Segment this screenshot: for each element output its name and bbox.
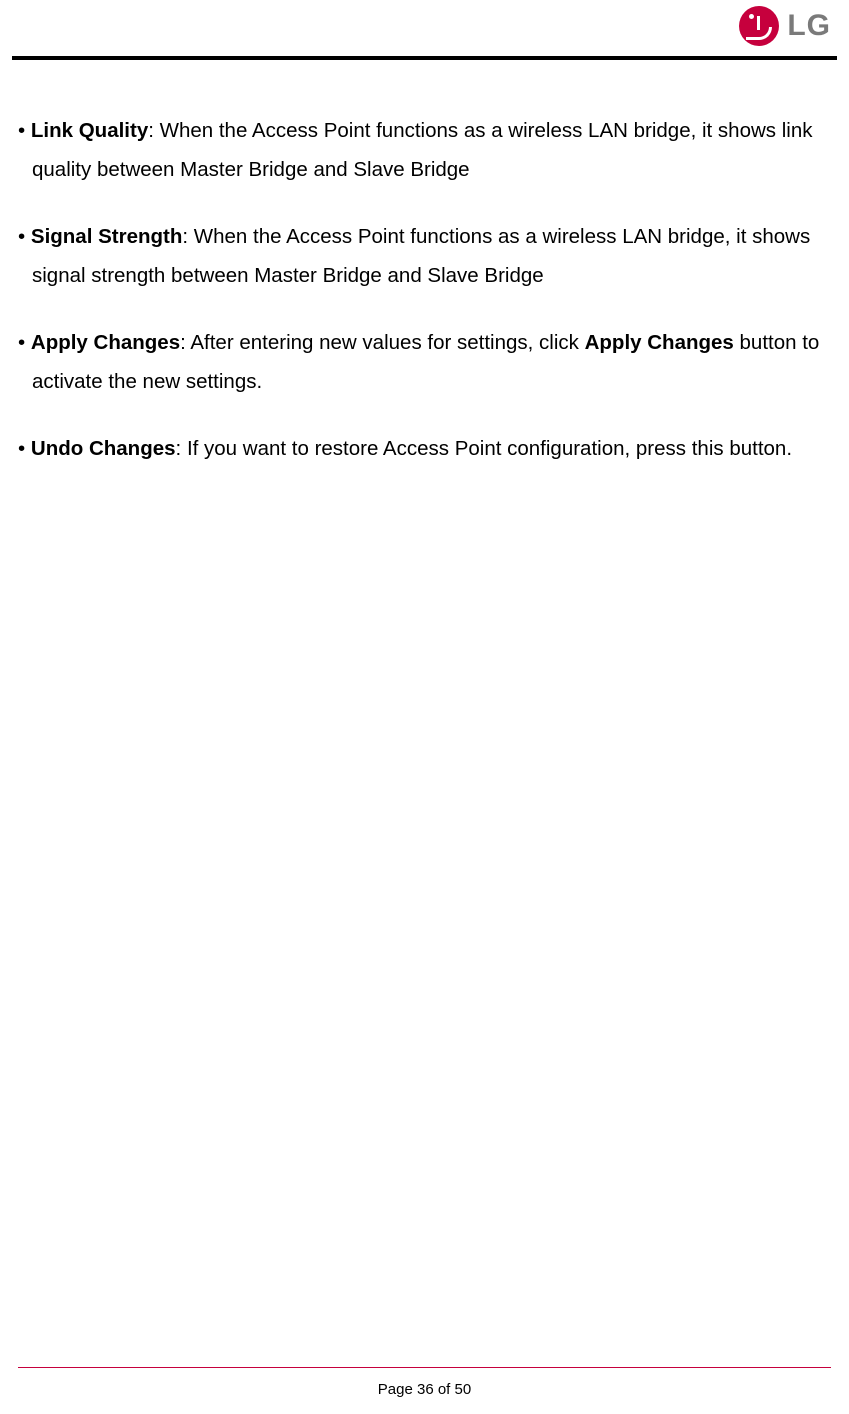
header-divider [12,56,837,60]
bullet-item-signal-strength: • Signal Strength: When the Access Point… [18,218,831,296]
text-apply-changes-2: button to [734,331,819,354]
bullet-item-apply-changes: • Apply Changes: After entering new valu… [18,324,831,402]
bullet-icon: • [18,331,25,354]
bullet-item-undo-changes: • Undo Changes: If you want to restore A… [18,430,831,469]
document-page: LG • Link Quality: When the Access Point… [0,0,849,1414]
term-undo-changes: Undo Changes [31,437,176,460]
text-apply-changes-1: : After entering new values for settings… [180,331,585,354]
bullet-icon: • [18,119,25,142]
bullet-icon: • [18,437,25,460]
term-link-quality: Link Quality [31,119,148,142]
inline-bold-apply-changes: Apply Changes [585,331,734,354]
term-apply-changes: Apply Changes [31,331,180,354]
text-undo-changes-1: : If you want to restore Access Point co… [176,437,792,460]
page-header: LG [0,0,849,58]
text-link-quality-2: quality between Master Bridge and Slave … [18,151,831,190]
text-signal-strength-2: signal strength between Master Bridge an… [18,257,831,296]
bullet-item-link-quality: • Link Quality: When the Access Point fu… [18,112,831,190]
lg-logo-icon [739,6,779,46]
bullet-icon: • [18,225,25,248]
body-content: • Link Quality: When the Access Point fu… [18,112,831,497]
lg-logo-text: LG [787,9,831,43]
page-number: Page 36 of 50 [0,1381,849,1398]
text-link-quality-1: : When the Access Point functions as a w… [148,119,812,142]
lg-logo: LG [739,6,831,46]
term-signal-strength: Signal Strength [31,225,182,248]
text-apply-changes-3: activate the new settings. [18,363,831,402]
footer-divider [18,1367,831,1369]
text-signal-strength-1: : When the Access Point functions as a w… [182,225,810,248]
